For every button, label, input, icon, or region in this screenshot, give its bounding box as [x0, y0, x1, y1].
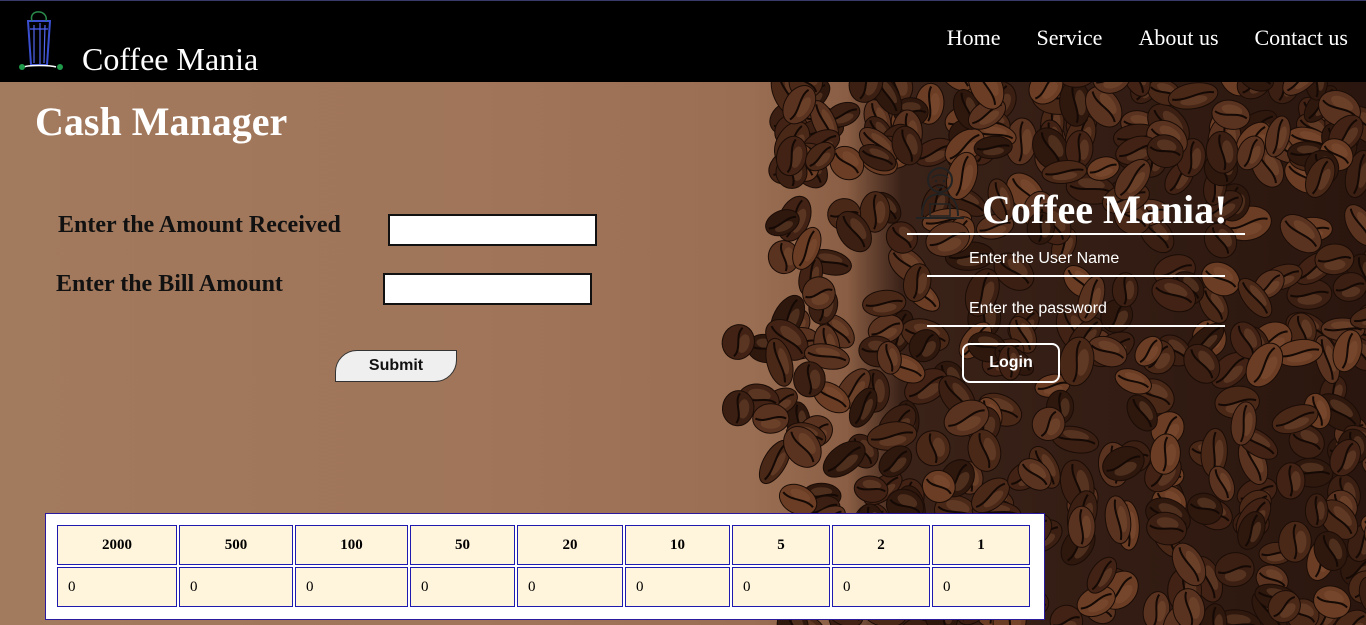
denomination-count: 0: [57, 567, 177, 607]
denomination-count: 0: [932, 567, 1030, 607]
nav-link-contact-us[interactable]: Contact us: [1255, 25, 1349, 51]
denomination-header: 1: [932, 525, 1030, 565]
denomination-header: 20: [517, 525, 623, 565]
login-title: Coffee Mania!: [982, 187, 1228, 232]
amount-received-input[interactable]: [388, 214, 597, 246]
denomination-count: 0: [732, 567, 830, 607]
nav-links: Home Service About us Contact us: [947, 25, 1348, 51]
nav-link-home[interactable]: Home: [947, 25, 1001, 51]
denomination-count: 0: [832, 567, 930, 607]
denomination-count: 0: [295, 567, 408, 607]
nav-link-about-us[interactable]: About us: [1138, 25, 1218, 51]
denominations-panel: 2000 500 100 50 20 10 5 2 1 0 0 0 0 0 0 …: [45, 513, 1045, 620]
page-title: Cash Manager: [35, 99, 288, 144]
denomination-header: 2000: [57, 525, 177, 565]
denomination-count: 0: [517, 567, 623, 607]
brand-name: Coffee Mania: [82, 41, 259, 77]
navbar: Coffee Mania Home Service About us Conta…: [0, 0, 1366, 82]
password-input[interactable]: [927, 293, 1225, 327]
coffee-glass-logo-icon: [19, 11, 63, 70]
submit-button[interactable]: Submit: [335, 350, 457, 382]
login-title-underline: [907, 233, 1245, 235]
denominations-count-row: 0 0 0 0 0 0 0 0 0: [57, 567, 1030, 607]
bill-amount-label: Enter the Bill Amount: [56, 271, 283, 297]
denomination-header: 5: [732, 525, 830, 565]
denomination-count: 0: [625, 567, 730, 607]
denomination-header: 10: [625, 525, 730, 565]
bill-amount-input[interactable]: [383, 273, 592, 305]
username-input[interactable]: [927, 243, 1225, 277]
denomination-header: 50: [410, 525, 515, 565]
denomination-count: 0: [410, 567, 515, 607]
denomination-count: 0: [179, 567, 293, 607]
denomination-header: 100: [295, 525, 408, 565]
nav-link-service[interactable]: Service: [1036, 25, 1102, 51]
barista-icon: [916, 167, 964, 219]
denomination-header: 2: [832, 525, 930, 565]
amount-received-label: Enter the Amount Received: [58, 212, 341, 238]
denominations-table: 2000 500 100 50 20 10 5 2 1 0 0 0 0 0 0 …: [55, 523, 1032, 609]
denominations-header-row: 2000 500 100 50 20 10 5 2 1: [57, 525, 1030, 565]
login-button[interactable]: Login: [962, 343, 1060, 383]
denomination-header: 500: [179, 525, 293, 565]
